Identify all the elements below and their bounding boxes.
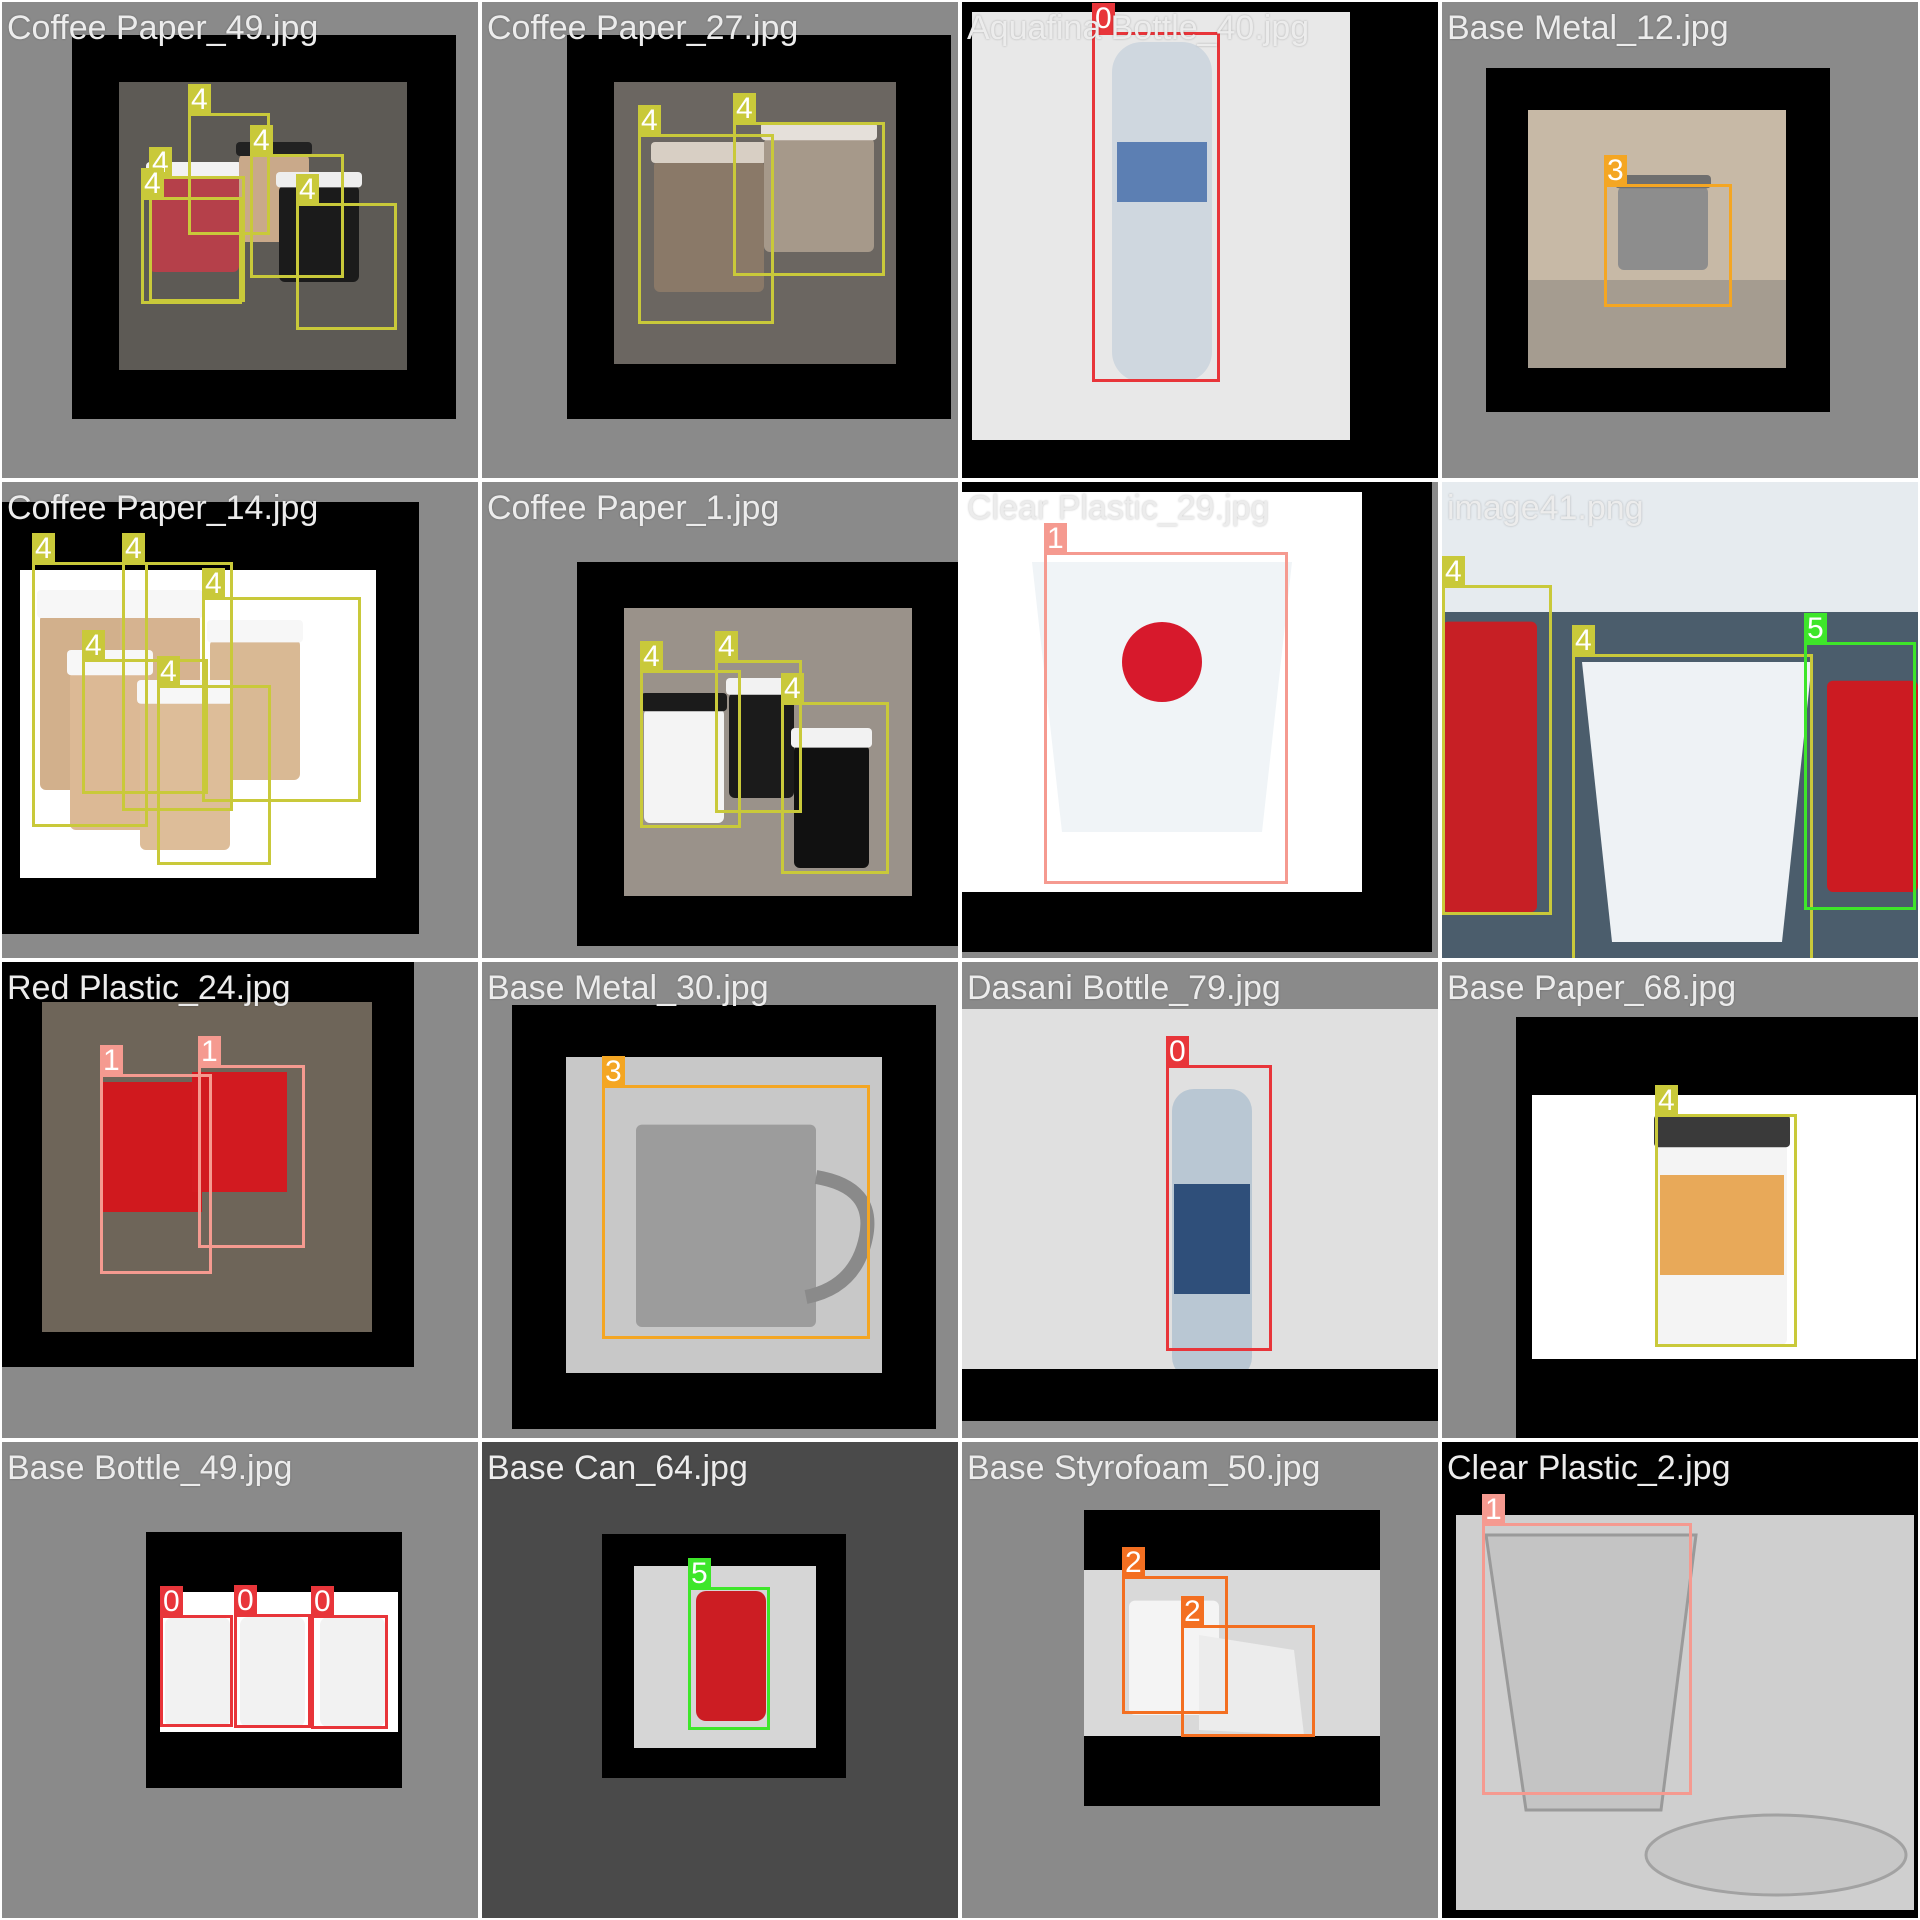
class-label: 4: [157, 656, 180, 688]
bounding-box: 4: [1572, 625, 1813, 958]
class-label: 2: [1122, 1547, 1145, 1579]
image-filename: Coffee Paper_1.jpg: [487, 489, 780, 527]
bounding-box: 0: [160, 1586, 233, 1727]
mosaic-tile: 1 Clear Plastic_2.jpg: [1442, 1442, 1918, 1918]
bounding-box: 3: [1604, 155, 1732, 307]
bounding-box: 4: [781, 673, 889, 874]
bounding-box: 4: [157, 656, 271, 865]
mosaic-tile: 4 4 4 4 4 Coffee Paper_14.jpg: [2, 482, 478, 958]
class-label: 1: [198, 1036, 221, 1068]
class-label: 0: [234, 1585, 257, 1617]
class-label: 4: [733, 93, 756, 125]
image-filename: Base Bottle_49.jpg: [7, 1449, 293, 1487]
bounding-box: 4: [733, 93, 885, 276]
class-label: 5: [688, 1558, 711, 1590]
class-label: 4: [1442, 556, 1465, 588]
class-label: 1: [100, 1045, 123, 1077]
class-label: 4: [188, 84, 211, 116]
image-filename: Aquafina Bottle_40.jpg: [967, 9, 1310, 47]
class-label: 4: [141, 168, 164, 200]
class-label: 3: [1604, 155, 1627, 187]
class-label: 4: [638, 105, 661, 137]
bounding-box: 0: [1166, 1036, 1272, 1351]
bounding-box: 1: [198, 1036, 305, 1248]
class-label: 4: [640, 641, 663, 673]
bounding-box: 2: [1181, 1596, 1315, 1737]
bounding-box: 4: [1655, 1085, 1797, 1347]
mosaic-tile: 4 4 5 image41.png: [1442, 482, 1918, 958]
class-label: 4: [250, 125, 273, 157]
image-filename: Coffee Paper_27.jpg: [487, 9, 799, 47]
bounding-box: 4: [1442, 556, 1552, 915]
class-label: 4: [1572, 625, 1595, 657]
bounding-box: 3: [602, 1056, 870, 1339]
mosaic-tile: 1 1 Red Plastic_24.jpg: [2, 962, 478, 1438]
class-label: 4: [781, 673, 804, 705]
image-filename: Base Can_64.jpg: [487, 1449, 748, 1487]
mosaic-tile: 3 Base Metal_12.jpg: [1442, 2, 1918, 478]
class-label: 4: [32, 533, 55, 565]
mosaic-tile: 0 Aquafina Bottle_40.jpg: [962, 2, 1438, 478]
class-label: 4: [122, 533, 145, 565]
class-label: 2: [1181, 1596, 1204, 1628]
bounding-box: 0: [234, 1585, 311, 1728]
image-filename: Clear Plastic_2.jpg: [1447, 1449, 1731, 1487]
image-filename: Base Paper_68.jpg: [1447, 969, 1737, 1007]
mosaic-tile: 0 0 0 Base Bottle_49.jpg: [2, 1442, 478, 1918]
class-label: 4: [715, 631, 738, 663]
mosaic-tile: 4 4 4 4 4 Coffee Paper_49.jpg: [2, 2, 478, 478]
image-filename: Dasani Bottle_79.jpg: [967, 969, 1281, 1007]
mosaic-tile: 4 Base Paper_68.jpg: [1442, 962, 1918, 1438]
class-label: 0: [160, 1586, 183, 1618]
class-label: 3: [602, 1056, 625, 1088]
image-filename: Red Plastic_24.jpg: [7, 969, 291, 1007]
mosaic-tile: 0 Dasani Bottle_79.jpg: [962, 962, 1438, 1438]
mosaic-tile: 2 2 Base Styrofoam_50.jpg: [962, 1442, 1438, 1918]
class-label: 4: [82, 630, 105, 662]
bounding-box: 0: [311, 1586, 388, 1729]
mosaic-tile: 3 Base Metal_30.jpg: [482, 962, 958, 1438]
mosaic-tile: 1 Clear Plastic_29.jpg: [962, 482, 1438, 958]
bounding-box: 1: [1044, 523, 1288, 884]
bounding-box: 1: [100, 1045, 212, 1274]
mosaic-tile: 4 4 4 Coffee Paper_1.jpg: [482, 482, 958, 958]
mosaic-tile: 5 Base Can_64.jpg: [482, 1442, 958, 1918]
image-filename: Coffee Paper_49.jpg: [7, 9, 319, 47]
image-filename: image41.png: [1447, 489, 1644, 527]
class-label: 4: [202, 568, 225, 600]
class-label: 1: [1482, 1494, 1505, 1526]
bounding-box: 1: [1482, 1494, 1692, 1795]
class-label: 5: [1804, 613, 1827, 645]
class-label: 1: [1044, 523, 1067, 555]
mosaic-tile: 4 4 Coffee Paper_27.jpg: [482, 2, 958, 478]
image-filename: Clear Plastic_29.jpg: [967, 489, 1270, 527]
class-label: 4: [296, 174, 319, 206]
detection-mosaic-grid: 4 4 4 4 4 Coffee Paper_49.jpg 4 4 Coffee Paper_2…: [0, 0, 1920, 1920]
image-filename: Base Metal_30.jpg: [487, 969, 769, 1007]
bounding-box: 0: [1092, 3, 1220, 382]
bounding-box: 4: [141, 168, 242, 304]
bounding-box: 4: [296, 174, 397, 330]
class-label: 0: [311, 1586, 334, 1618]
class-label: 0: [1166, 1036, 1189, 1068]
bounding-box: 5: [688, 1558, 770, 1730]
class-label: 4: [1655, 1085, 1678, 1117]
image-filename: Base Metal_12.jpg: [1447, 9, 1729, 47]
image-filename: Base Styrofoam_50.jpg: [967, 1449, 1321, 1487]
bounding-box: 5: [1804, 613, 1916, 910]
image-filename: Coffee Paper_14.jpg: [7, 489, 319, 527]
